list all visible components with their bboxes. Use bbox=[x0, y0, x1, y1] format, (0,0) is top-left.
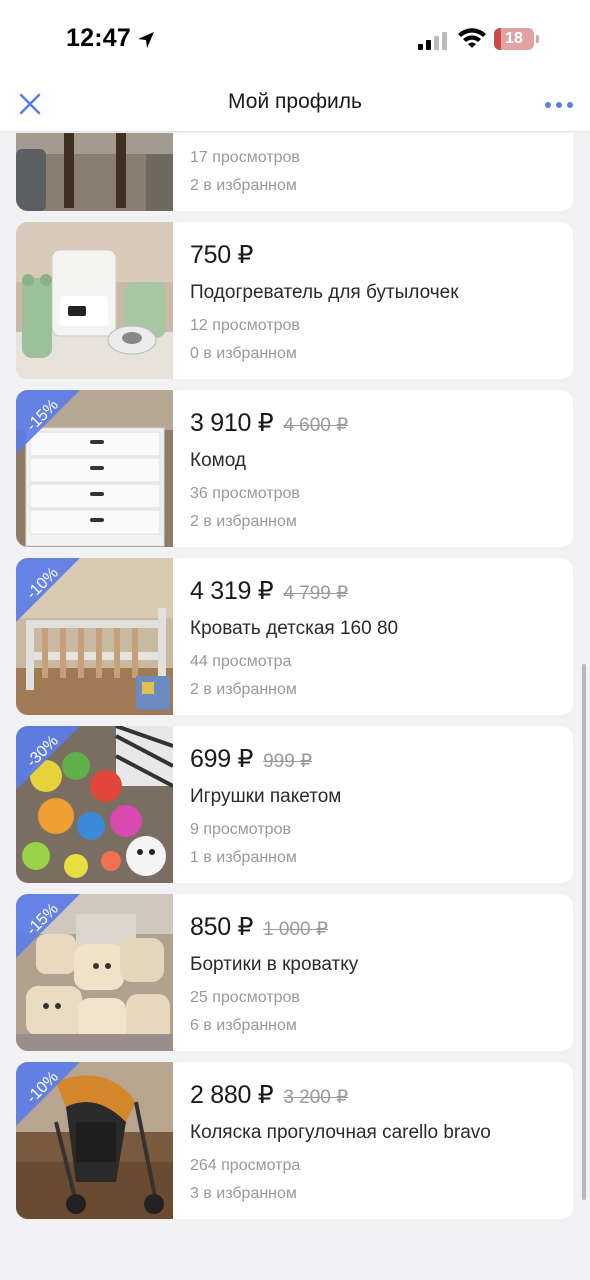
listing-price-row: 2 880 ₽ 3 200 ₽ bbox=[190, 1080, 348, 1110]
listing-title: Комод bbox=[190, 450, 246, 471]
listing-title: Подогреватель для бутылочек bbox=[190, 282, 459, 303]
listing-photo: -15% bbox=[16, 894, 173, 1051]
listing-price-row: 699 ₽ 999 ₽ bbox=[190, 744, 312, 774]
listing-views: 12 просмотров bbox=[190, 317, 300, 334]
listing-info: 750 ₽ Подогреватель для бутылочек 12 про… bbox=[190, 222, 563, 379]
listing-price: 699 ₽ bbox=[190, 745, 254, 773]
listing-views: 264 просмотра bbox=[190, 1157, 301, 1174]
wifi-icon bbox=[458, 28, 486, 48]
listing-photo: -10% bbox=[16, 1062, 173, 1219]
more-icon[interactable] bbox=[544, 100, 574, 110]
listing-photo: -10% bbox=[16, 558, 173, 715]
listing-info: 4 319 ₽ 4 799 ₽ Кровать детская 160 80 44… bbox=[190, 558, 563, 715]
listing-card[interactable]: -30% 699 ₽ 999 ₽ Игрушки пакетом 9 просмо… bbox=[16, 726, 573, 883]
listing-old-price: 999 ₽ bbox=[263, 751, 313, 772]
battery-icon: 18 bbox=[494, 28, 534, 50]
listing-title: Игрушки пакетом bbox=[190, 786, 342, 807]
listing-title: Бортики в кроватку bbox=[190, 954, 359, 975]
listing-old-price: 4 600 ₽ bbox=[283, 415, 349, 436]
listing-photo bbox=[16, 133, 173, 211]
listing-views: 25 просмотров bbox=[190, 989, 300, 1006]
listing-card[interactable]: -10% 2 880 ₽ 3 200 ₽ Коляска прогулочная … bbox=[16, 1062, 573, 1219]
listing-old-price: 1 000 ₽ bbox=[263, 919, 328, 940]
listing-title: Коляска прогулочная carello bravo bbox=[190, 1122, 491, 1143]
listing-info: 3 910 ₽ 4 600 ₽ Комод 36 просмотров 2 в и… bbox=[190, 390, 563, 547]
listing-info: 699 ₽999 ₽ Игрушки пакетом 9 просмотров … bbox=[190, 726, 563, 883]
listing-card[interactable]: 750 ₽ Подогреватель для бутылочек 12 про… bbox=[16, 222, 573, 379]
battery-level: 18 bbox=[505, 30, 523, 47]
listing-price: 750 ₽ bbox=[190, 241, 254, 269]
listing-price-row: 850 ₽ 1 000 ₽ bbox=[190, 912, 328, 942]
nav-bar: Мой профиль bbox=[0, 80, 590, 132]
listing-favorites: 0 в избранном bbox=[190, 345, 297, 362]
discount-badge: -15% bbox=[16, 894, 80, 958]
listing-favorites: 3 в избранном bbox=[190, 1185, 297, 1202]
listing-views: 9 просмотров bbox=[190, 821, 291, 838]
listing-favorites: 1 в избранном bbox=[190, 849, 297, 866]
discount-badge: -10% bbox=[16, 1062, 80, 1126]
listing-price-row: 4 319 ₽ 4 799 ₽ bbox=[190, 576, 348, 606]
listing-favorites: 6 в избранном bbox=[190, 1017, 297, 1034]
listing-info: 17 просмотров 2 в избранном bbox=[190, 133, 563, 211]
listing-photo: -30% bbox=[16, 726, 173, 883]
listing-price-row: 3 910 ₽ 4 600 ₽ bbox=[190, 408, 348, 438]
cellular-signal-icon bbox=[418, 32, 447, 50]
listing-card[interactable]: -15% 850 ₽ 1 000 ₽ Бортики в кроватку 25 … bbox=[16, 894, 573, 1051]
page-title: Мой профиль bbox=[228, 90, 362, 113]
listing-price: 3 910 ₽ bbox=[190, 409, 274, 437]
listing-views: 36 просмотров bbox=[190, 485, 300, 502]
status-bar: 12:47 18 bbox=[0, 0, 590, 80]
listing-photo bbox=[16, 222, 173, 379]
listing-price: 4 319 ₽ bbox=[190, 577, 274, 605]
listing-card[interactable]: -15% 3 910 ₽ 4 600 ₽ Комод 36 просмотров … bbox=[16, 390, 573, 547]
listing-favorites: 2 в избранном bbox=[190, 513, 297, 530]
status-time: 12:47 bbox=[66, 24, 131, 52]
battery-nub bbox=[536, 35, 539, 43]
listing-views: 44 просмотра bbox=[190, 653, 292, 670]
listing-views: 17 просмотров bbox=[190, 149, 300, 166]
listing-price: 2 880 ₽ bbox=[190, 1081, 274, 1109]
listing-favorites: 2 в избранном bbox=[190, 681, 297, 698]
listing-card[interactable]: -10% 4 319 ₽ 4 799 ₽ Кровать детская 160 … bbox=[16, 558, 573, 715]
listing-photo: -15% bbox=[16, 390, 173, 547]
location-arrow-icon bbox=[138, 32, 154, 48]
listing-price-row: 750 ₽ bbox=[190, 240, 253, 270]
listing-old-price: 3 200 ₽ bbox=[283, 1087, 349, 1108]
listing-info: 2 880 ₽ 3 200 ₽ Коляска прогулочная carel… bbox=[190, 1062, 563, 1219]
listing-card[interactable]: 17 просмотров 2 в избранном bbox=[16, 133, 573, 211]
listing-old-price: 4 799 ₽ bbox=[283, 583, 349, 604]
discount-badge: -15% bbox=[16, 390, 80, 454]
listings-list: 17 просмотров 2 в избранном 750 ₽ Подогр… bbox=[0, 133, 590, 1280]
listing-price: 850 ₽ bbox=[190, 913, 254, 941]
listing-info: 850 ₽ 1 000 ₽ Бортики в кроватку 25 просм… bbox=[190, 894, 563, 1051]
listing-title: Кровать детская 160 80 bbox=[190, 618, 399, 639]
scrollbar[interactable] bbox=[582, 664, 586, 1200]
discount-badge: -30% bbox=[16, 726, 80, 790]
discount-badge: -10% bbox=[16, 558, 80, 622]
listing-favorites: 2 в избранном bbox=[190, 177, 297, 194]
